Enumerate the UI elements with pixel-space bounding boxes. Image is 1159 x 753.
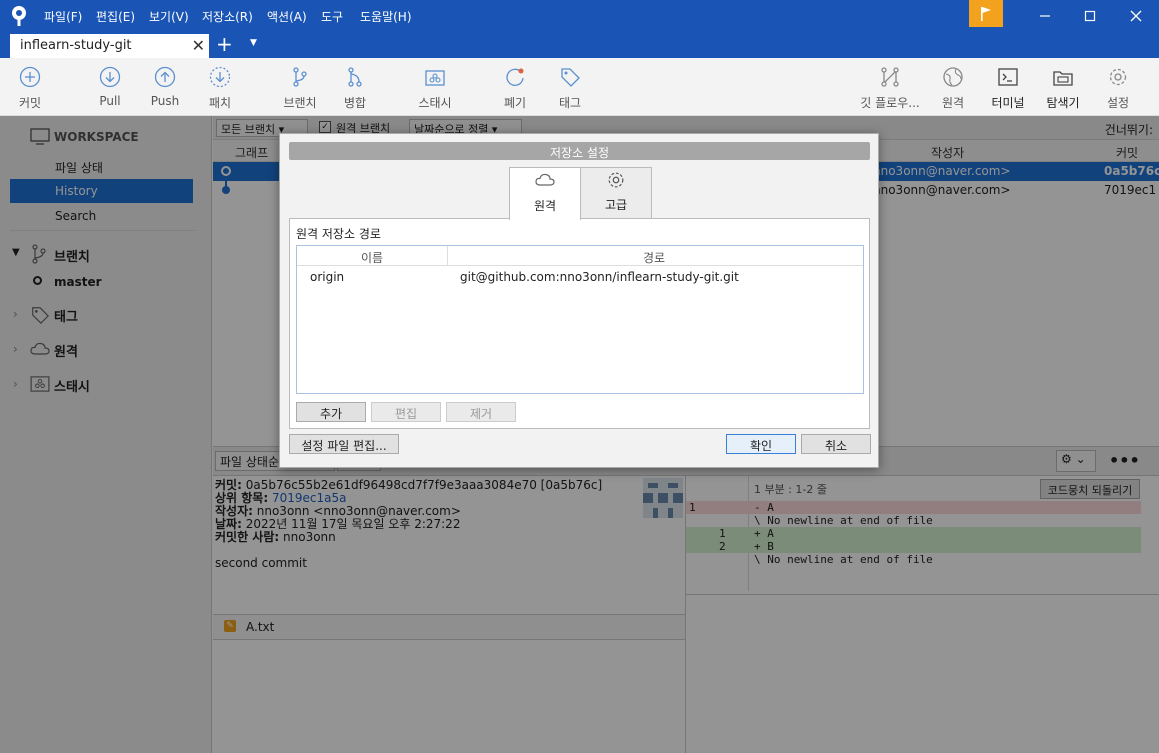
cancel-button[interactable]: 취소 [801, 434, 871, 454]
remote-path: git@github.com:nno3onn/inflearn-study-gi… [460, 270, 739, 284]
commit-button[interactable]: 커밋 [0, 66, 60, 111]
branch-icon [293, 67, 307, 87]
git-flow-icon [881, 67, 899, 87]
tag-icon [561, 68, 580, 87]
section-title: 원격 저장소 경로 [296, 227, 381, 241]
tab-advanced[interactable]: 고급 [580, 167, 652, 219]
close-icon [1130, 10, 1142, 22]
menu-edit[interactable]: 편집(E) [96, 8, 135, 25]
pull-label: Pull [99, 94, 121, 108]
title-bar: 파일(F) 편집(E) 보기(V) 저장소(R) 액션(A) 도구 도움말(H) [0, 0, 1159, 32]
gear-icon [1109, 68, 1127, 86]
dialog-title: 저장소 설정 [289, 142, 870, 160]
menu-help[interactable]: 도움말(H) [360, 8, 412, 25]
minimize-button[interactable] [1035, 6, 1055, 26]
name-column-header[interactable]: 이름 [361, 249, 383, 266]
branch-label: 브랜치 [283, 96, 317, 110]
remote-table-header: 이름 경로 [297, 246, 863, 266]
push-label: Push [150, 94, 180, 108]
discard-label: 폐기 [503, 96, 527, 110]
merge-icon [348, 67, 362, 87]
menu-view[interactable]: 보기(V) [149, 8, 189, 25]
menu-file[interactable]: 파일(F) [44, 8, 82, 25]
globe-icon [943, 67, 963, 87]
sourcetree-logo-icon [12, 6, 26, 26]
terminal-icon [998, 68, 1018, 86]
git-flow-label: 깃 플로우... [860, 96, 920, 110]
close-tab-icon[interactable]: ✕ [192, 36, 205, 55]
column-divider [447, 246, 448, 266]
merge-button[interactable]: 병합 [325, 66, 385, 111]
menu-tools[interactable]: 도구 [321, 8, 343, 25]
maximize-icon [1084, 10, 1096, 22]
remote-label: 원격 [941, 96, 965, 110]
tab-remote[interactable]: 원격 [509, 167, 581, 220]
stash-button[interactable]: 스태시 [405, 66, 465, 111]
patch-label: 패치 [208, 96, 232, 110]
flag-button[interactable] [969, 0, 1003, 27]
close-window-button[interactable] [1126, 6, 1146, 26]
arrow-down-circle-icon [99, 66, 121, 88]
explorer-icon [1053, 71, 1073, 86]
remote-name: origin [310, 270, 345, 284]
maximize-button[interactable] [1080, 6, 1100, 26]
tab-bar: inflearn-study-git ✕ + ▼ [0, 32, 1159, 58]
merge-label: 병합 [343, 96, 367, 110]
tag-button[interactable]: 태그 [540, 66, 600, 111]
gear-icon [608, 172, 624, 188]
patch-icon [209, 66, 231, 88]
repository-settings-dialog: 저장소 설정 원격 고급 원격 저장소 경로 이름 경로 origin git@… [279, 133, 879, 468]
remote-settings-panel: 원격 저장소 경로 이름 경로 origin git@github.com:nn… [289, 218, 870, 429]
explorer-button[interactable]: 탐색기 [1033, 66, 1093, 111]
flag-icon [981, 6, 991, 21]
minimize-icon [1040, 15, 1050, 17]
tab-repository[interactable]: inflearn-study-git ✕ [10, 34, 209, 58]
edit-remote-button[interactable]: 편집 [371, 402, 441, 422]
push-button[interactable]: Push [135, 66, 195, 108]
menu-repository[interactable]: 저장소(R) [202, 8, 253, 25]
terminal-label: 터미널 [991, 96, 1025, 110]
commit-label: 커밋 [18, 96, 42, 110]
pull-button[interactable]: Pull [80, 66, 140, 108]
settings-button[interactable]: 설정 [1088, 66, 1148, 111]
toolbar: 커밋 Pull Push 패치 브랜치 병합 스태시 폐기 태그 깃 플로우..… [0, 58, 1159, 116]
discard-button[interactable]: 폐기 [485, 66, 545, 111]
git-flow-button[interactable]: 깃 플로우... [860, 66, 920, 111]
tab-advanced-label: 고급 [604, 198, 628, 212]
edit-config-file-button[interactable]: 설정 파일 편집... [289, 434, 399, 454]
branch-button[interactable]: 브랜치 [270, 66, 330, 111]
tab-label: inflearn-study-git [20, 38, 132, 53]
discard-icon [506, 68, 524, 86]
table-row[interactable]: origin git@github.com:nno3onn/inflearn-s… [297, 267, 863, 287]
add-remote-button[interactable]: 추가 [296, 402, 366, 422]
tag-label: 태그 [558, 96, 582, 110]
ok-button[interactable]: 확인 [726, 434, 796, 454]
remove-remote-button[interactable]: 제거 [446, 402, 516, 422]
stash-label: 스태시 [418, 96, 452, 110]
settings-label: 설정 [1106, 96, 1130, 110]
path-column-header[interactable]: 경로 [643, 249, 665, 266]
cloud-icon [535, 173, 555, 186]
remote-table: 이름 경로 origin git@github.com:nno3onn/infl… [296, 245, 864, 394]
remote-button[interactable]: 원격 [923, 66, 983, 111]
chevron-down-icon[interactable]: ▼ [250, 38, 257, 48]
terminal-button[interactable]: 터미널 [978, 66, 1038, 111]
arrow-up-circle-icon [154, 66, 176, 88]
new-tab-icon[interactable]: + [216, 32, 233, 56]
plus-circle-icon [19, 66, 41, 88]
patch-button[interactable]: 패치 [190, 66, 250, 111]
explorer-label: 탐색기 [1046, 96, 1080, 110]
stash-icon [425, 70, 445, 86]
menu-actions[interactable]: 액션(A) [267, 8, 307, 25]
tab-remote-label: 원격 [533, 199, 557, 213]
